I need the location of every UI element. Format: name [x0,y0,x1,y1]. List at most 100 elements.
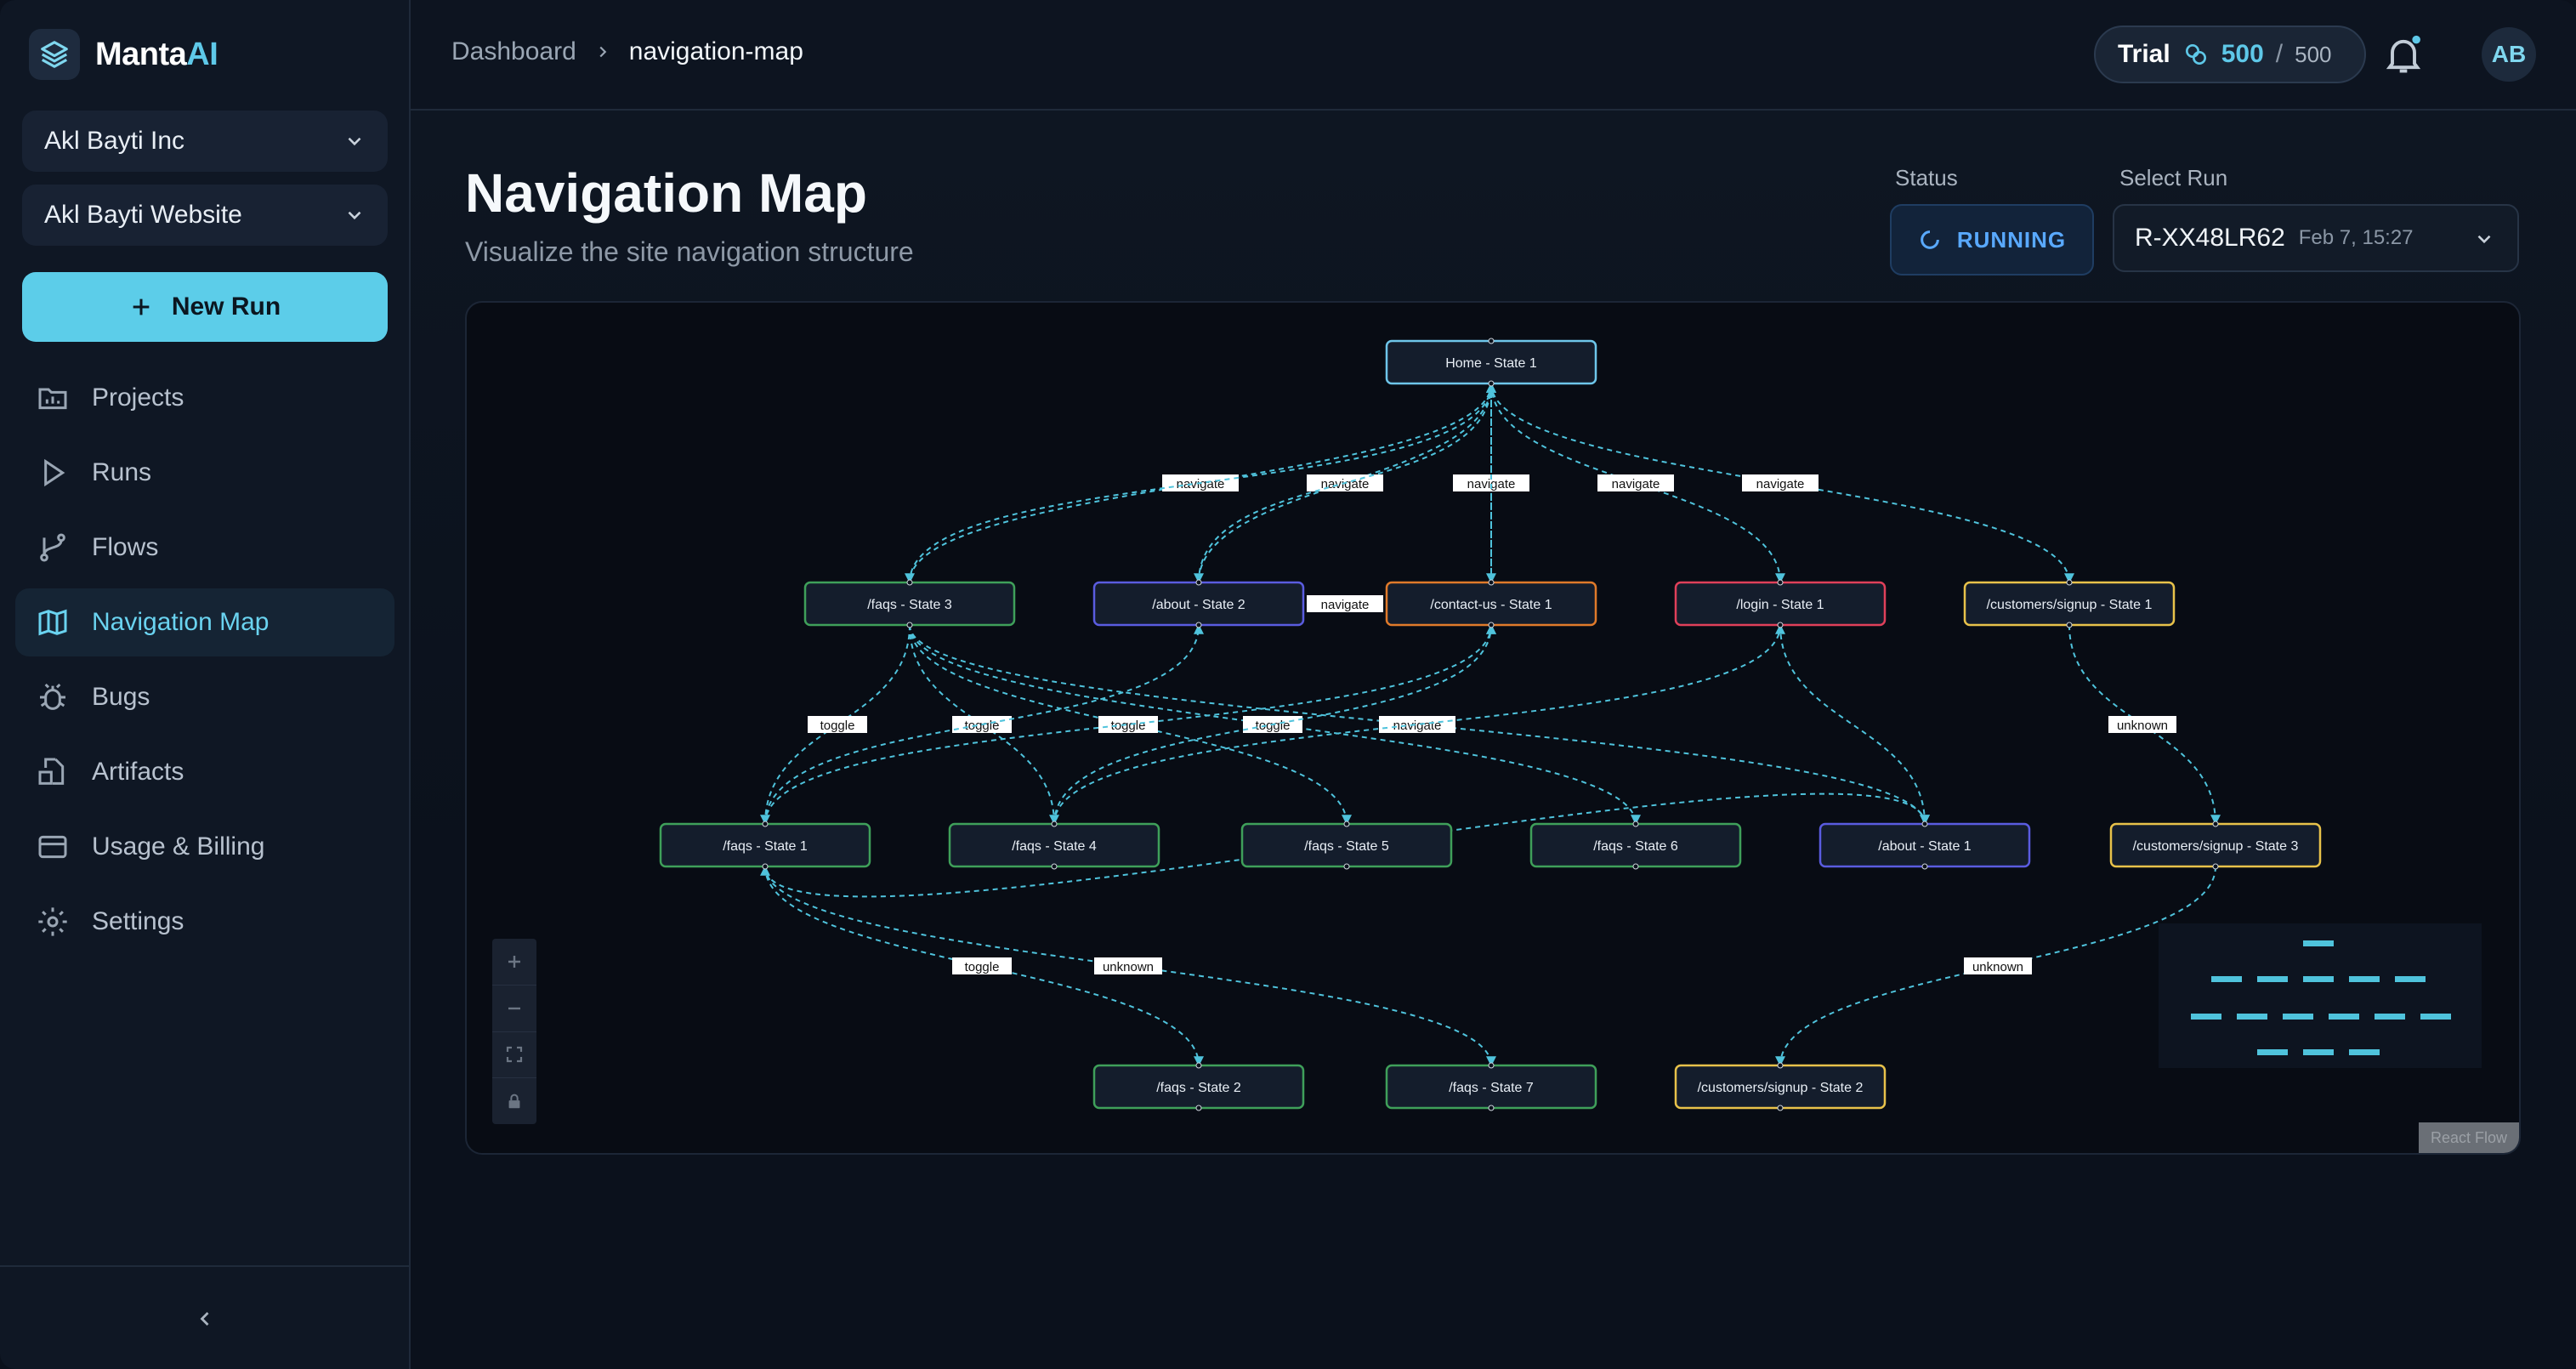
graph-node-label: /faqs - State 2 [1156,1081,1241,1095]
graph-node-faqs6[interactable]: /faqs - State 6 [1529,821,1742,870]
run-id: R-XX48LR62 [2135,224,2285,252]
zoom-out-button[interactable] [492,986,536,1032]
bell-icon [2386,35,2421,73]
graph-node-faqs2[interactable]: /faqs - State 2 [1092,1062,1305,1111]
graph-node-label: Home - State 1 [1445,356,1537,371]
sidebar-item-usage-billing[interactable]: Usage & Billing [15,813,394,881]
project-select[interactable]: Akl Bayti Website [22,185,388,246]
sidebar-item-label: Navigation Map [92,608,270,636]
graph-node-label: /about - State 2 [1152,598,1245,612]
trial-separator: / [2275,40,2284,68]
graph-node-faqs4[interactable]: /faqs - State 4 [948,821,1160,870]
spinner-icon [1920,230,1939,249]
graph-node-label: /about - State 1 [1878,839,1972,854]
graph-node-about2[interactable]: /about - State 2 [1092,579,1305,628]
sidebar-item-label: Artifacts [92,758,184,786]
edge-label: navigate [1321,598,1370,612]
edge-label: navigate [1177,477,1225,491]
graph-node-faqs3[interactable]: /faqs - State 3 [803,579,1016,628]
plus-icon [133,298,150,315]
new-run-button[interactable]: New Run [22,272,388,342]
new-run-label: New Run [171,293,281,321]
breadcrumb-dashboard[interactable]: Dashboard [451,37,576,66]
lock-icon [508,1093,520,1109]
graph-node-login1[interactable]: /login - State 1 [1674,579,1887,628]
organization-select[interactable]: Akl Bayti Inc [22,111,388,172]
graph-node-label: /login - State 1 [1736,598,1824,612]
brand-logo[interactable]: MantaAI [29,29,218,80]
edge-label: toggle [1256,719,1291,733]
graph-node-label: /faqs - State 4 [1012,839,1097,854]
avatar[interactable]: AB [2482,27,2536,82]
sidebar-item-label: Settings [92,907,184,935]
run-select[interactable]: R-XX48LR62 Feb 7, 15:27 [2113,204,2519,272]
plus-icon [508,955,520,968]
chevron-right-icon [599,46,607,58]
graph-node-label: /customers/signup - State 2 [1698,1081,1864,1095]
sidebar-item-flows[interactable]: Flows [15,514,394,582]
graph-node-faqs7[interactable]: /faqs - State 7 [1385,1062,1597,1111]
graph-node-faqs1[interactable]: /faqs - State 1 [659,821,871,870]
navigation-map-canvas[interactable]: navigate navigate navigate navigate navigate… [465,301,2521,1155]
app-window: MantaAI Akl Bayti Inc Akl Bayti Website … [0,0,2576,1369]
fit-view-button[interactable] [492,1032,536,1079]
sidebar-item-navigation-map[interactable]: Navigation Map [15,588,394,656]
trial-credits-badge[interactable]: Trial 500 / 500 [2094,26,2366,83]
main-content: Navigation Map Visualize the site naviga… [411,111,2576,1369]
sidebar-nav: Projects Runs Flows Navigation Map Bugs … [15,364,394,963]
sidebar-item-projects[interactable]: Projects [15,364,394,432]
graph-node-label: /faqs - State 3 [867,598,952,612]
edge-label: toggle [820,719,855,733]
edge-label: navigate [1393,719,1442,733]
sidebar-item-label: Projects [92,383,184,412]
chevron-down-icon [348,211,361,220]
graph-node-label: /contact-us - State 1 [1430,598,1552,612]
lock-button[interactable] [492,1078,536,1124]
minus-icon [508,1007,520,1009]
graph-node-home1[interactable]: Home - State 1 [1385,338,1597,387]
coins-icon [2185,44,2206,65]
credit-card-icon [38,835,67,859]
edge-label: unknown [2117,719,2168,733]
status-label: Status [1895,165,1958,190]
edge [1198,382,1496,583]
react-flow-attribution[interactable]: React Flow [2419,1122,2519,1153]
graph-node-signup2[interactable]: /customers/signup - State 2 [1674,1062,1887,1111]
sidebar-item-bugs[interactable]: Bugs [15,663,394,731]
sidebar-item-label: Runs [92,458,152,486]
sidebar-item-artifacts[interactable]: Artifacts [15,738,394,806]
edge-label: navigate [1612,477,1660,491]
edge-label: toggle [965,719,1000,733]
trial-max: 500 [2295,41,2332,67]
edge-label: unknown [1972,960,2023,974]
chevron-down-icon [348,137,361,146]
breadcrumb-current: navigation-map [628,37,803,65]
graph-node-about1[interactable]: /about - State 1 [1819,821,2031,870]
sidebar-item-settings[interactable]: Settings [15,888,394,956]
minimap[interactable] [2159,923,2482,1068]
project-select-value: Akl Bayti Website [44,201,242,229]
graph-node-contact1[interactable]: /contact-us - State 1 [1385,579,1597,628]
status-badge: RUNNING [1890,204,2094,276]
brand-name: MantaAI [95,36,218,72]
graph-node-signup1[interactable]: /customers/signup - State 1 [1963,579,2176,628]
edge-label: unknown [1103,960,1154,974]
branch-icon [40,533,65,562]
map-icon [38,609,67,636]
sidebar-item-label: Flows [92,533,159,561]
collapse-sidebar-button[interactable] [0,1265,409,1369]
trial-label: Trial [2118,40,2170,68]
sidebar-item-runs[interactable]: Runs [15,439,394,507]
play-icon [44,458,65,487]
graph-node-signup3[interactable]: /customers/signup - State 3 [2109,821,2322,870]
edge [909,382,1496,583]
page-subtitle: Visualize the site navigation structure [465,236,914,267]
zoom-controls [492,939,536,1124]
sidebar: MantaAI Akl Bayti Inc Akl Bayti Website … [0,0,411,1369]
breadcrumb: Dashboard navigation-map [451,37,803,66]
sidebar-item-label: Bugs [92,683,150,711]
zoom-in-button[interactable] [492,939,536,986]
graph-node-faqs5[interactable]: /faqs - State 5 [1240,821,1453,870]
trial-current: 500 [2221,40,2264,68]
notifications-button[interactable] [2381,32,2426,81]
